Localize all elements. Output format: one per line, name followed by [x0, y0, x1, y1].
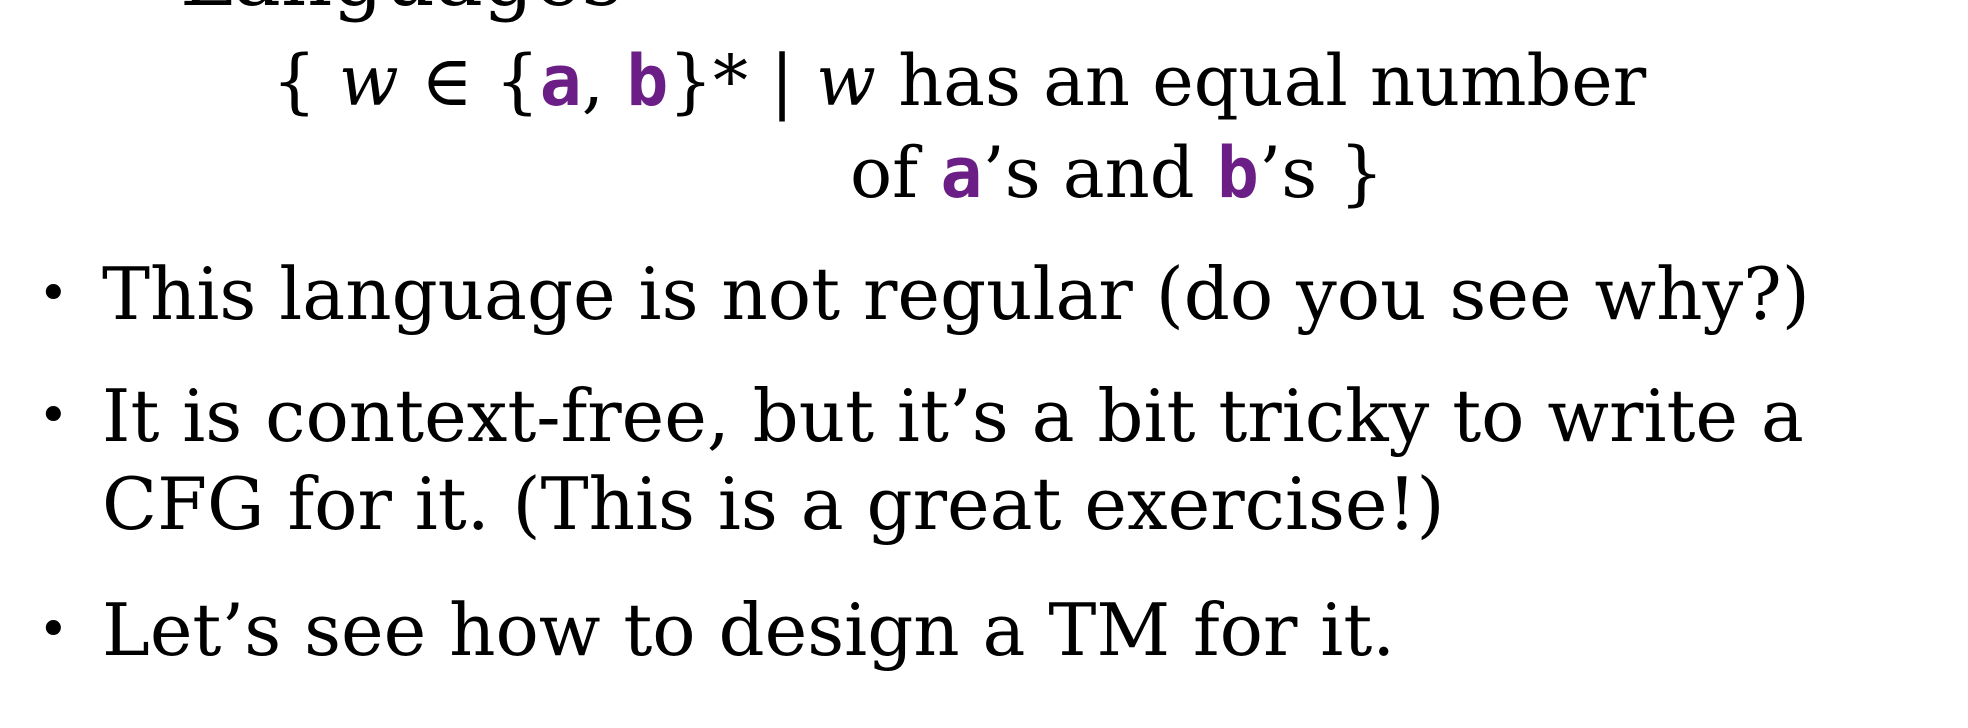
condition-text-2-start: of: [850, 132, 941, 214]
bullet-text: It is context-free, but it’s a bit trick…: [102, 372, 1962, 548]
bullet-text: Let’s see how to design a TM for it.: [102, 586, 1962, 674]
variable-w-2: w: [816, 40, 876, 122]
member-of-symbol: ∈ {: [398, 40, 540, 122]
variable-w: w: [338, 40, 399, 122]
condition-text-2-mid: ’s and: [982, 132, 1217, 214]
condition-text-1: has an equal number: [875, 40, 1647, 122]
condition-text-2-end: ’s }: [1258, 132, 1384, 214]
set-definition-line-1: { w ∈ {a, b}* | w has an equal number: [272, 36, 1646, 126]
bullet-marker: •: [38, 600, 69, 660]
set-definition-line-2: of a’s and b’s }: [850, 128, 1384, 218]
bullet-line: It is context-free, but it’s a bit trick…: [102, 374, 1804, 458]
bullet-line: Let’s see how to design a TM for it.: [102, 588, 1396, 672]
symbol-b-2: b: [1216, 132, 1259, 214]
bullet-marker: •: [38, 264, 69, 324]
bullet-line: This language is not regular (do you see…: [102, 252, 1810, 336]
clipped-heading-line: Languages: [180, 0, 622, 18]
kleene-star-and-bar: }* |: [668, 40, 817, 122]
bullet-line: CFG for it. (This is a great exercise!): [102, 462, 1445, 546]
symbol-a-2: a: [940, 132, 983, 214]
symbol-a: a: [539, 40, 582, 122]
clipped-heading-text: Languages: [180, 0, 622, 24]
symbol-b: b: [626, 40, 669, 122]
bullet-text: This language is not regular (do you see…: [102, 250, 1962, 338]
bullet-marker: •: [38, 386, 69, 446]
open-brace: {: [272, 40, 339, 122]
comma-separator: ,: [581, 40, 627, 122]
